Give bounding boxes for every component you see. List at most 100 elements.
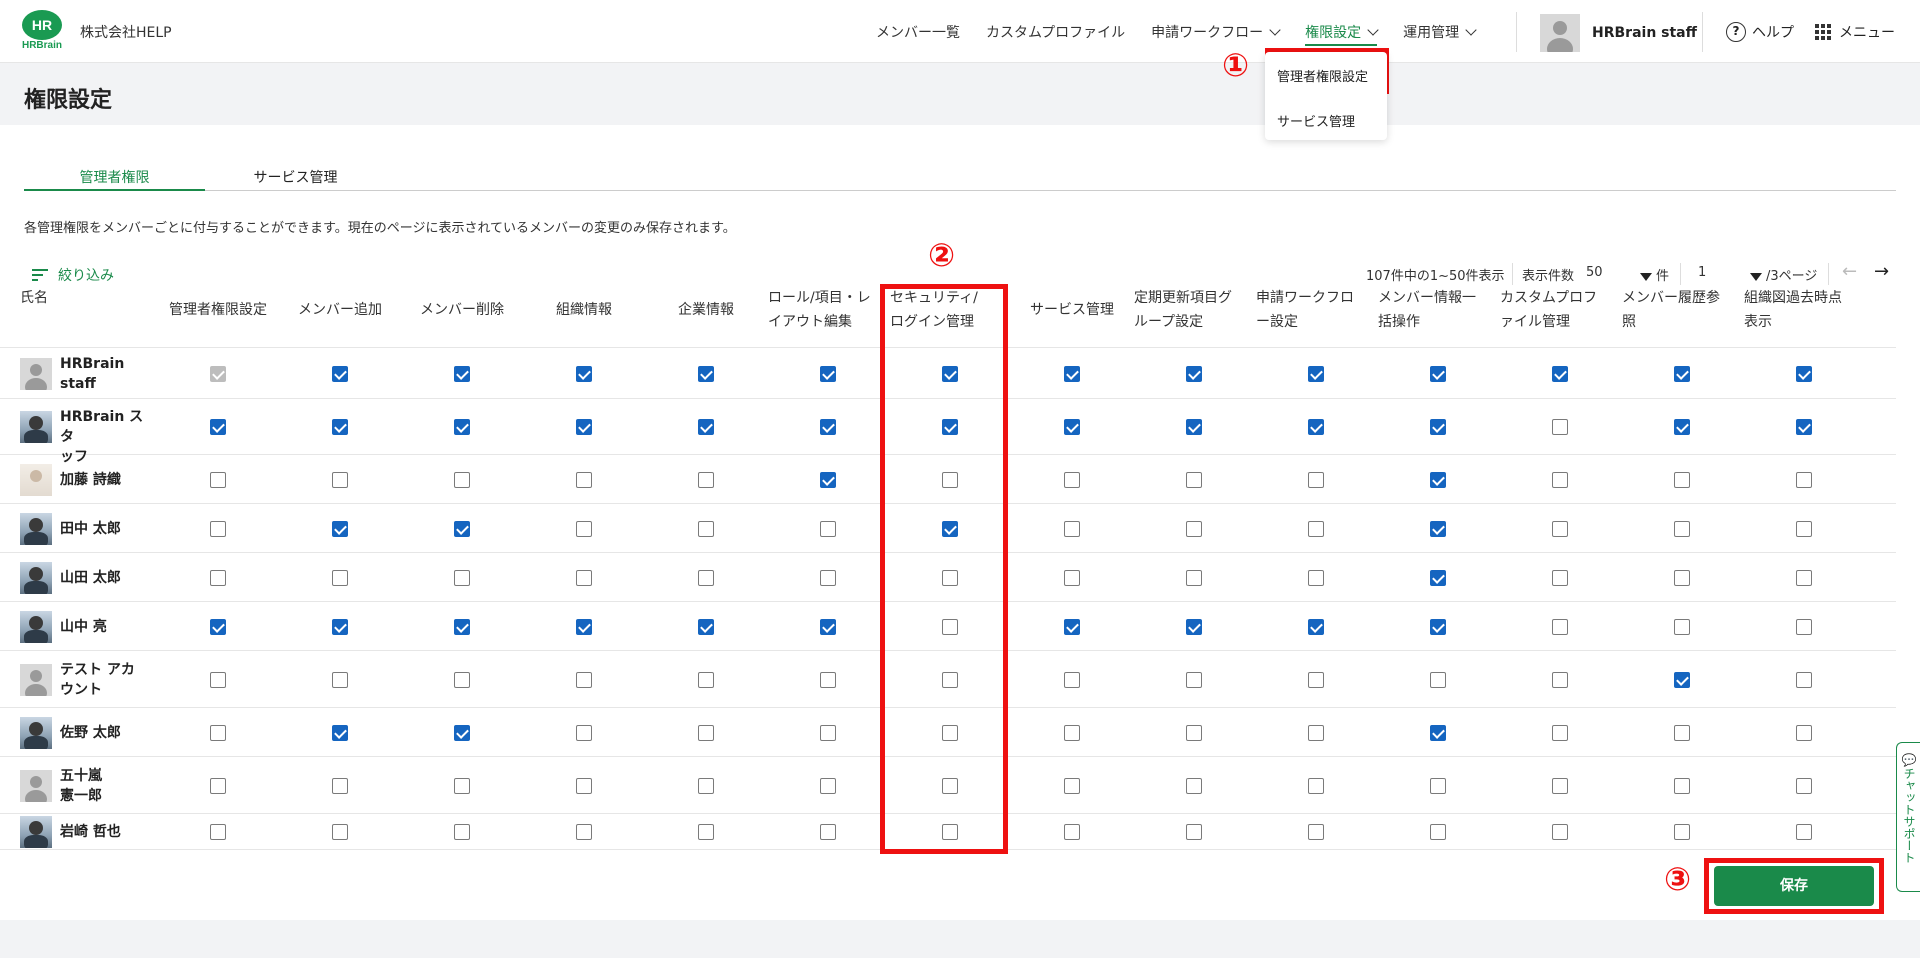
permission-checkbox[interactable] xyxy=(1552,777,1568,794)
permission-checkbox[interactable] xyxy=(1064,824,1080,840)
permission-checkbox[interactable] xyxy=(1186,569,1202,586)
permission-checkbox[interactable] xyxy=(1552,724,1568,741)
permission-checkbox[interactable] xyxy=(1308,824,1324,840)
permission-checkbox[interactable] xyxy=(698,471,714,488)
permission-checkbox[interactable] xyxy=(1430,419,1446,435)
per-page-select[interactable]: 件 xyxy=(1640,265,1669,284)
permission-checkbox[interactable] xyxy=(576,520,592,537)
permission-checkbox[interactable] xyxy=(454,365,470,382)
permission-checkbox[interactable] xyxy=(1064,520,1080,537)
permission-checkbox[interactable] xyxy=(210,671,226,688)
page-select[interactable]: /3ページ xyxy=(1750,265,1817,284)
permission-checkbox[interactable] xyxy=(698,618,714,635)
permission-checkbox[interactable] xyxy=(1796,365,1812,382)
permission-checkbox[interactable] xyxy=(454,471,470,488)
permission-checkbox[interactable] xyxy=(1186,824,1202,840)
permission-checkbox[interactable] xyxy=(820,520,836,537)
permission-checkbox[interactable] xyxy=(1064,777,1080,794)
tab-service-management[interactable]: サービス管理 xyxy=(205,167,386,191)
permission-checkbox[interactable] xyxy=(1186,777,1202,794)
permission-checkbox[interactable] xyxy=(332,671,348,688)
permission-checkbox[interactable] xyxy=(1308,419,1324,435)
permission-checkbox[interactable] xyxy=(820,618,836,635)
help-link[interactable]: ? ヘルプ xyxy=(1726,22,1794,42)
permission-checkbox[interactable] xyxy=(332,520,348,537)
permission-checkbox[interactable] xyxy=(1430,724,1446,741)
permission-checkbox[interactable] xyxy=(1308,618,1324,635)
permission-checkbox[interactable] xyxy=(1674,419,1690,435)
permission-checkbox[interactable] xyxy=(1430,618,1446,635)
permission-checkbox[interactable] xyxy=(820,777,836,794)
permission-checkbox[interactable] xyxy=(1430,671,1446,688)
permission-checkbox[interactable] xyxy=(1674,520,1690,537)
permission-checkbox[interactable] xyxy=(576,569,592,586)
permission-checkbox[interactable] xyxy=(1308,365,1324,382)
permission-checkbox[interactable] xyxy=(1064,724,1080,741)
per-page-value[interactable]: 50 xyxy=(1586,265,1603,280)
permission-checkbox[interactable] xyxy=(820,419,836,435)
page-number-value[interactable]: 1 xyxy=(1698,265,1706,280)
chat-support-button[interactable]: 💬チャットサポート xyxy=(1896,742,1920,892)
permission-checkbox[interactable] xyxy=(576,824,592,840)
permission-checkbox[interactable] xyxy=(332,824,348,840)
permission-checkbox[interactable] xyxy=(332,365,348,382)
permission-checkbox[interactable] xyxy=(698,419,714,435)
permission-checkbox[interactable] xyxy=(820,471,836,488)
nav-permission-settings[interactable]: 権限設定 xyxy=(1305,22,1379,46)
permission-checkbox[interactable] xyxy=(576,724,592,741)
permission-checkbox[interactable] xyxy=(1186,419,1202,435)
permission-checkbox[interactable] xyxy=(1430,824,1446,840)
permission-checkbox[interactable] xyxy=(1552,618,1568,635)
permission-checkbox[interactable] xyxy=(576,365,592,382)
permission-checkbox[interactable] xyxy=(210,520,226,537)
permission-checkbox[interactable] xyxy=(698,520,714,537)
permission-checkbox[interactable] xyxy=(1430,569,1446,586)
permission-checkbox[interactable] xyxy=(1552,671,1568,688)
permission-checkbox[interactable] xyxy=(1796,724,1812,741)
permission-checkbox[interactable] xyxy=(210,569,226,586)
permission-checkbox[interactable] xyxy=(1674,671,1690,688)
permission-checkbox[interactable] xyxy=(210,618,226,635)
permission-checkbox[interactable] xyxy=(454,724,470,741)
permission-checkbox[interactable] xyxy=(332,777,348,794)
permission-checkbox[interactable] xyxy=(454,777,470,794)
permission-checkbox[interactable] xyxy=(1430,471,1446,488)
permission-checkbox[interactable] xyxy=(1796,671,1812,688)
permission-checkbox[interactable] xyxy=(1552,824,1568,840)
permission-checkbox[interactable] xyxy=(1674,365,1690,382)
permission-checkbox[interactable] xyxy=(1552,419,1568,435)
permission-checkbox[interactable] xyxy=(210,777,226,794)
permission-checkbox[interactable] xyxy=(1186,671,1202,688)
permission-checkbox[interactable] xyxy=(1674,777,1690,794)
permission-checkbox[interactable] xyxy=(1552,471,1568,488)
permission-checkbox[interactable] xyxy=(1796,520,1812,537)
permission-checkbox[interactable] xyxy=(1674,569,1690,586)
permission-checkbox[interactable] xyxy=(1064,671,1080,688)
nav-custom-profile[interactable]: カスタムプロファイル xyxy=(986,22,1125,42)
dropdown-item-admin-permission[interactable]: 管理者権限設定 xyxy=(1277,66,1368,85)
permission-checkbox[interactable] xyxy=(1186,520,1202,537)
menu-button[interactable]: メニュー xyxy=(1815,22,1895,42)
permission-checkbox[interactable] xyxy=(1308,671,1324,688)
next-page-arrow-icon[interactable]: → xyxy=(1874,261,1889,282)
permission-checkbox[interactable] xyxy=(454,671,470,688)
permission-checkbox[interactable] xyxy=(1430,777,1446,794)
permission-checkbox[interactable] xyxy=(576,671,592,688)
permission-checkbox[interactable] xyxy=(1308,777,1324,794)
permission-checkbox[interactable] xyxy=(210,724,226,741)
permission-checkbox[interactable] xyxy=(1674,724,1690,741)
permission-checkbox[interactable] xyxy=(1796,419,1812,435)
permission-checkbox[interactable] xyxy=(332,471,348,488)
permission-checkbox[interactable] xyxy=(576,777,592,794)
permission-checkbox[interactable] xyxy=(1674,824,1690,840)
permission-checkbox[interactable] xyxy=(1430,520,1446,537)
dropdown-item-service-management[interactable]: サービス管理 xyxy=(1277,111,1355,130)
permission-checkbox[interactable] xyxy=(454,520,470,537)
permission-checkbox[interactable] xyxy=(576,618,592,635)
permission-checkbox[interactable] xyxy=(332,419,348,435)
permission-checkbox[interactable] xyxy=(1674,618,1690,635)
permission-checkbox[interactable] xyxy=(1796,569,1812,586)
permission-checkbox[interactable] xyxy=(1186,618,1202,635)
permission-checkbox[interactable] xyxy=(820,569,836,586)
permission-checkbox[interactable] xyxy=(1064,365,1080,382)
